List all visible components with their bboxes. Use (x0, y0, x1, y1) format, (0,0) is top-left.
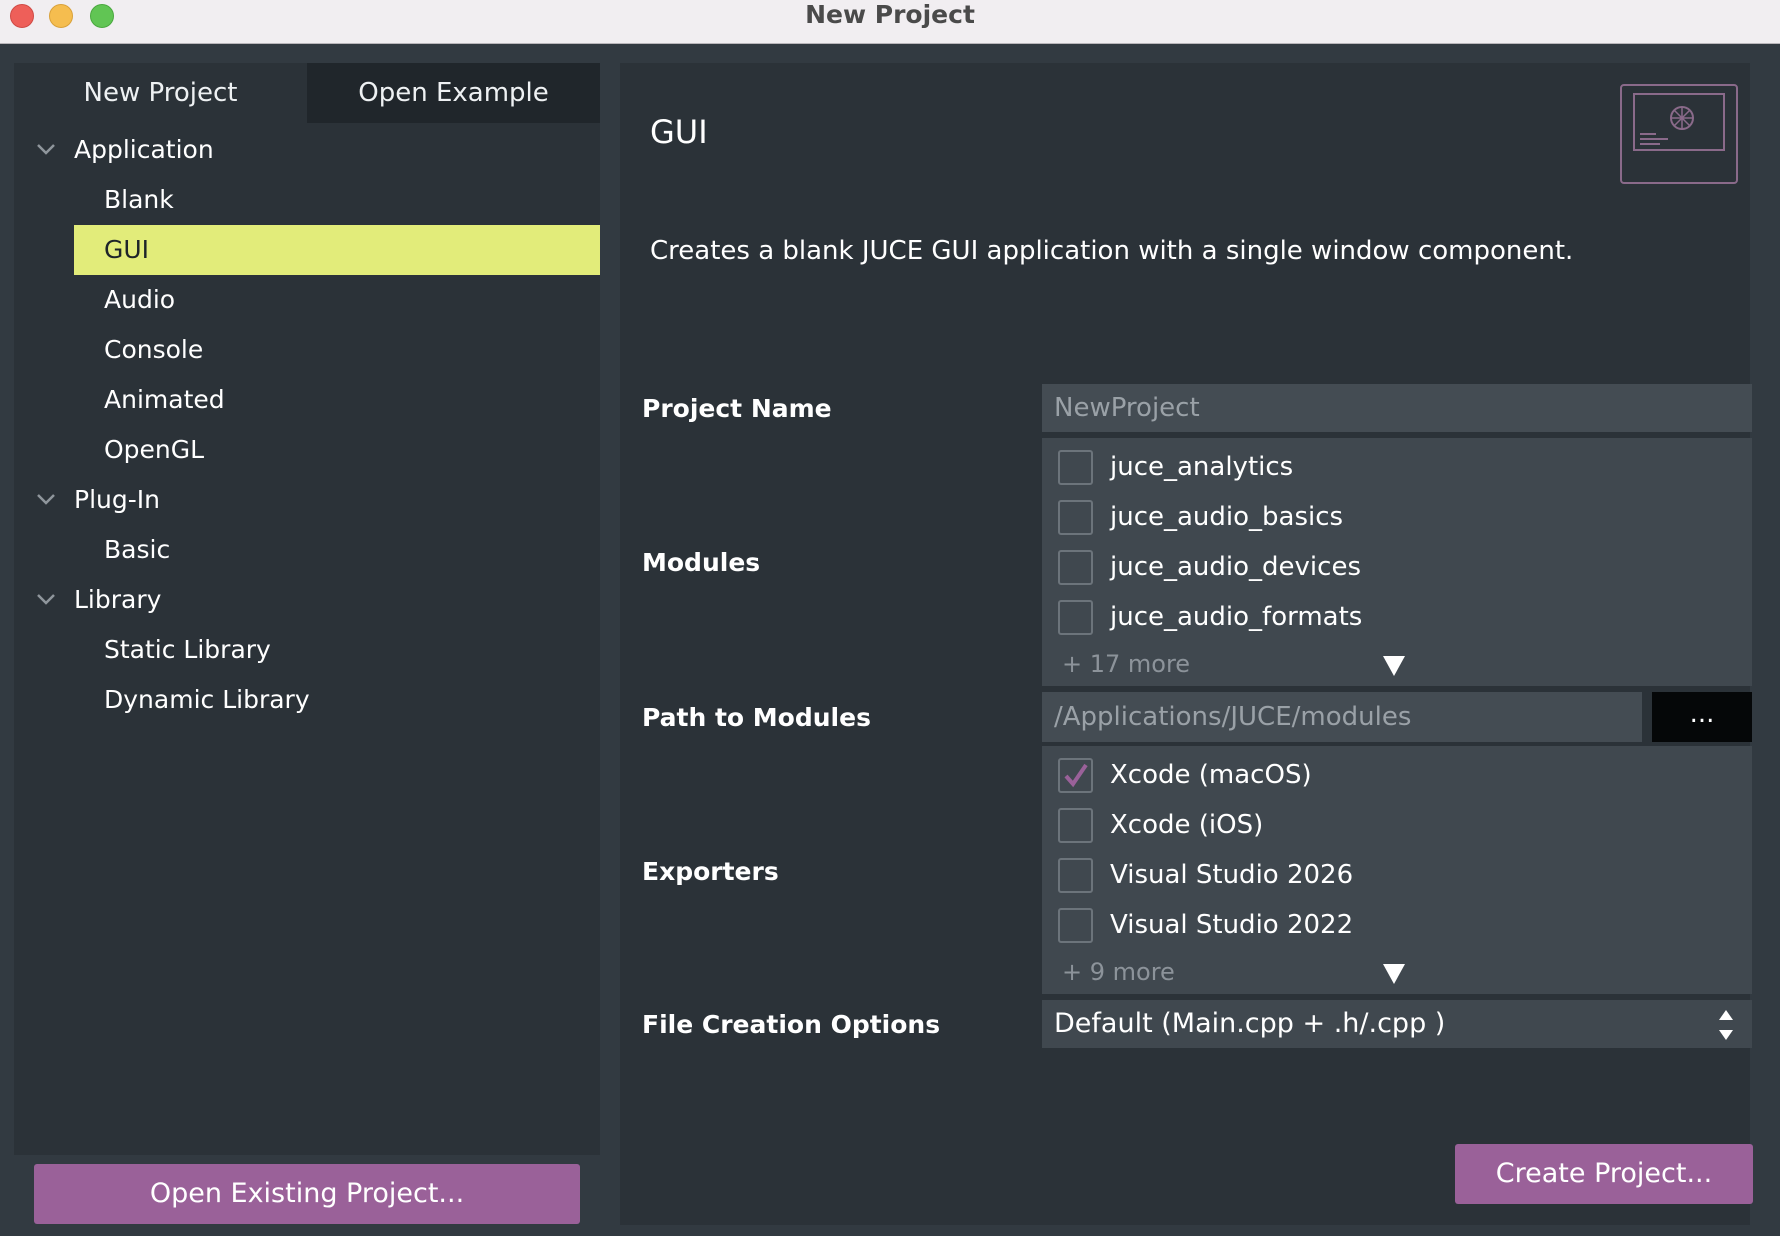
checkbox-checked[interactable] (1058, 758, 1093, 793)
tree-group-plugin[interactable]: Plug-In (37, 475, 160, 525)
gui-template-icon (1620, 84, 1738, 184)
checkbox[interactable] (1058, 808, 1093, 843)
tree-item-dynamic-library[interactable]: Dynamic Library (74, 675, 600, 725)
chevron-down-icon[interactable] (34, 125, 58, 175)
chevron-down-icon[interactable] (34, 475, 58, 525)
checkbox[interactable] (1058, 550, 1093, 585)
tab-new-project[interactable]: New Project (14, 63, 307, 123)
browse-button[interactable]: ... (1652, 692, 1752, 742)
title-bar: New Project (0, 0, 1780, 44)
tree-group-library[interactable]: Library (37, 575, 162, 625)
tree-item-opengl[interactable]: OpenGL (74, 425, 600, 475)
tree-item-audio[interactable]: Audio (74, 275, 600, 325)
file-creation-options-label: File Creation Options (642, 1010, 941, 1039)
file-creation-options-select[interactable]: Default (Main.cpp + .h/.cpp ) (1042, 1000, 1752, 1048)
checkbox[interactable] (1058, 500, 1093, 535)
template-title: GUI (650, 113, 708, 151)
checkbox[interactable] (1058, 450, 1093, 485)
tree-item-blank[interactable]: Blank (74, 175, 600, 225)
expand-down-arrow-icon[interactable] (1383, 964, 1405, 984)
tree-group-application[interactable]: Application (37, 125, 214, 175)
exporters-label: Exporters (642, 857, 779, 886)
open-existing-project-button[interactable]: Open Existing Project... (34, 1164, 580, 1224)
chevron-down-icon[interactable] (34, 575, 58, 625)
template-sidebar: New Project Open Example Application Bla… (14, 63, 600, 1155)
tree-item-basic[interactable]: Basic (74, 525, 600, 575)
checkbox[interactable] (1058, 858, 1093, 893)
exporters-more-toggle[interactable]: + 9 more (1062, 958, 1175, 986)
file-creation-options-value: Default (Main.cpp + .h/.cpp ) (1054, 1008, 1446, 1039)
tree-item-console[interactable]: Console (74, 325, 600, 375)
project-name-label: Project Name (642, 394, 832, 423)
project-name-input[interactable]: NewProject (1042, 384, 1752, 432)
modules-list: juce_analytics juce_audio_basics juce_au… (1042, 438, 1752, 686)
window-title: New Project (805, 0, 975, 29)
tree-item-static-library[interactable]: Static Library (74, 625, 600, 675)
expand-down-arrow-icon[interactable] (1383, 656, 1405, 676)
exporters-list: Xcode (macOS) Xcode (iOS) Visual Studio … (1042, 746, 1752, 994)
up-down-arrows-icon (1719, 1010, 1733, 1040)
create-project-button[interactable]: Create Project... (1455, 1144, 1753, 1204)
tree-item-gui[interactable]: GUI (74, 225, 600, 275)
tree-item-animated[interactable]: Animated (74, 375, 600, 425)
path-to-modules-input[interactable]: /Applications/JUCE/modules (1042, 692, 1642, 742)
checkmark-icon (1064, 763, 1088, 788)
tree-group-label: Application (74, 135, 214, 164)
template-description: Creates a blank JUCE GUI application wit… (650, 236, 1574, 266)
checkbox[interactable] (1058, 600, 1093, 635)
modules-label: Modules (642, 548, 761, 577)
modules-more-toggle[interactable]: + 17 more (1062, 650, 1190, 678)
tree-group-label: Library (74, 585, 162, 614)
path-to-modules-label: Path to Modules (642, 703, 871, 732)
checkbox[interactable] (1058, 908, 1093, 943)
tab-open-example[interactable]: Open Example (307, 63, 600, 123)
tree-group-label: Plug-In (74, 485, 160, 514)
